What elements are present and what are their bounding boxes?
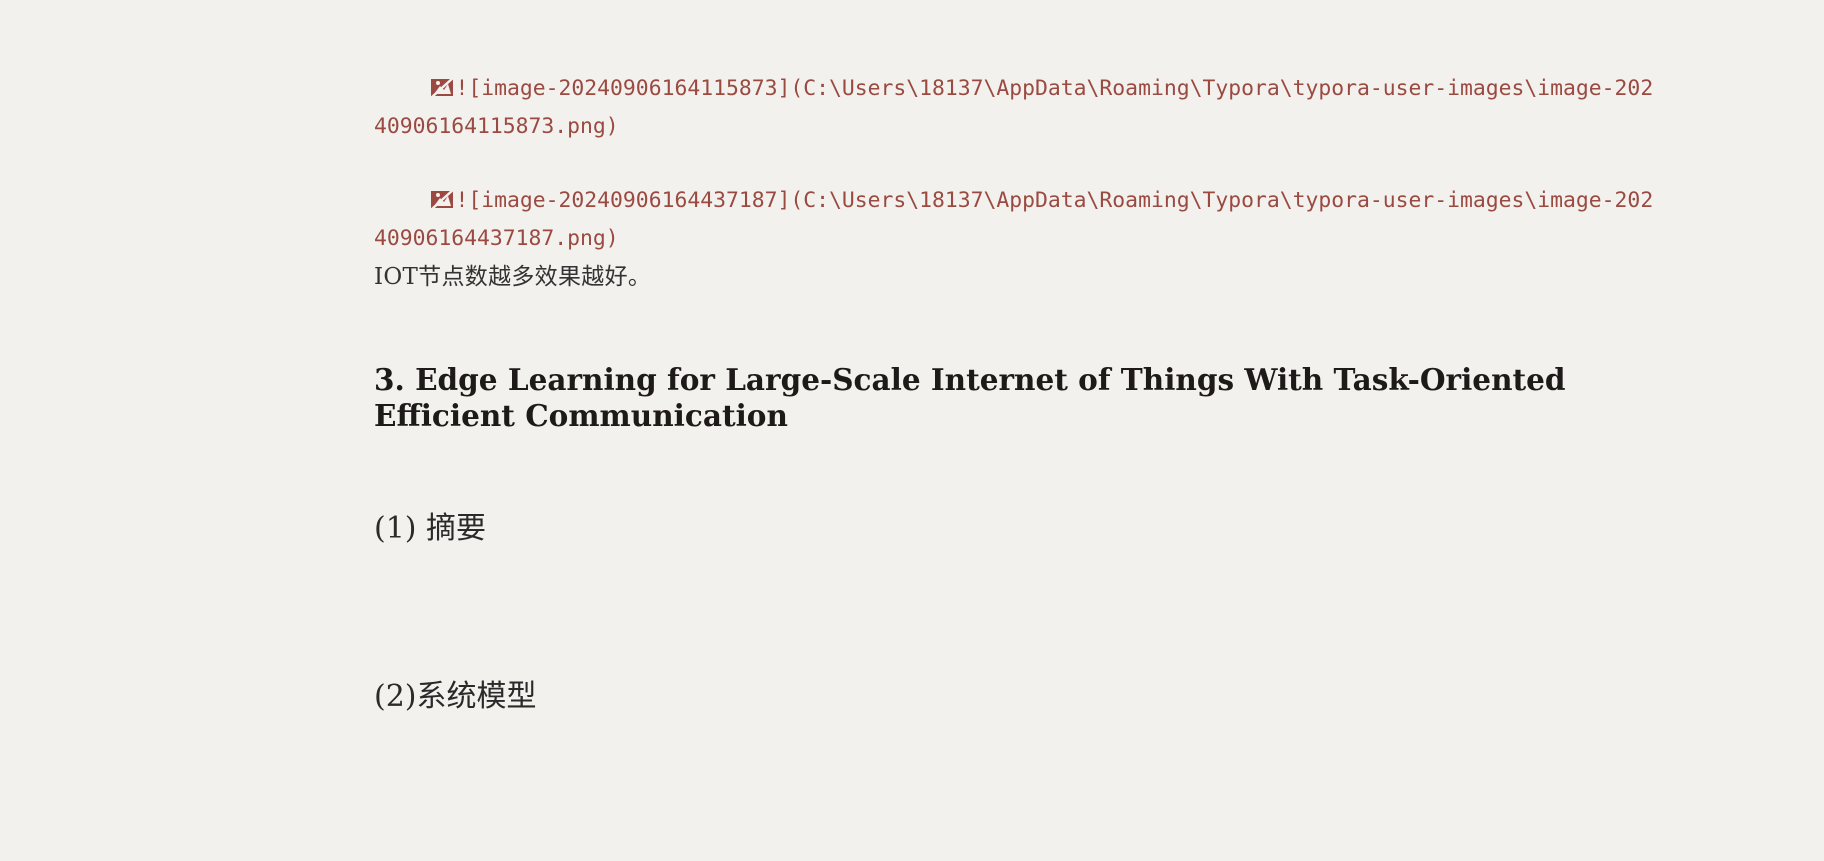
section-heading: 3. Edge Learning for Large-Scale Interne… [374,362,1566,433]
subheading-system-model: (2)系统模型 [374,679,537,714]
image-markdown-source: ![image-20240906164437187](C:\Users\1813… [374,188,1654,251]
editor-content[interactable]: ![image-20240906164115873](C:\Users\1813… [374,0,1664,861]
broken-image-icon [426,76,456,101]
broken-image-icon [426,188,456,213]
image-markdown-source: ![image-20240906164115873](C:\Users\1813… [374,76,1654,139]
paragraph-iot: IOT节点数越多效果越好。 [374,264,652,290]
subheading-abstract: (1) 摘要 [374,511,487,546]
